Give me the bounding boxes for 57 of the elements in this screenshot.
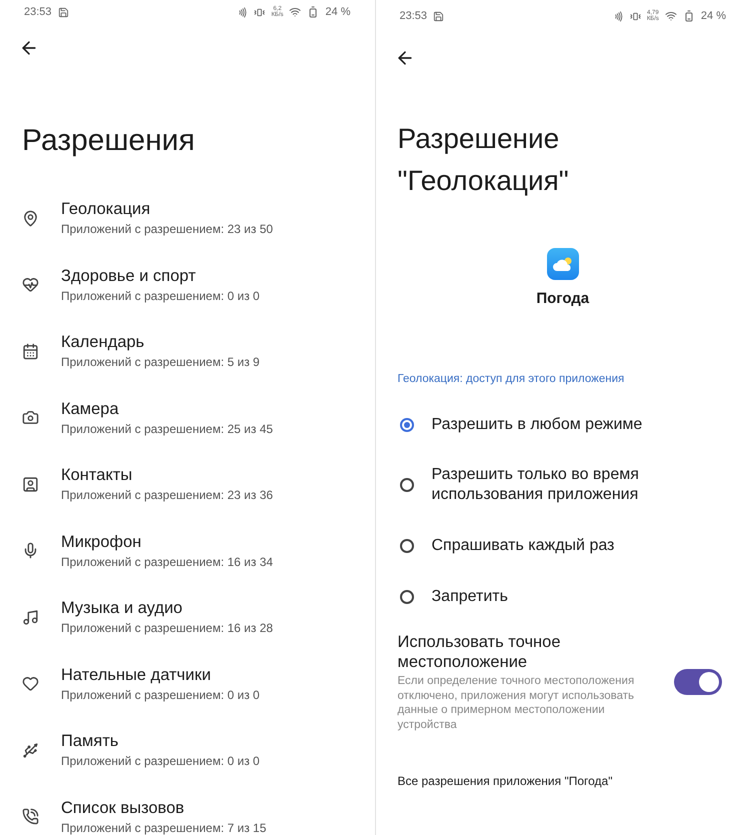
- permission-name[interactable]: Здоровье и спорт: [61, 266, 260, 286]
- permission-summary: Приложений с разрешением: 16 из 34: [61, 554, 273, 569]
- phone-icon: [22, 808, 39, 826]
- usb-icon: [22, 742, 39, 759]
- battery-icon: [682, 10, 695, 22]
- battery-percent: 24 %: [700, 10, 726, 22]
- permission-summary: Приложений с разрешением: 7 из 15: [61, 820, 266, 835]
- battery-icon: [307, 6, 320, 18]
- option-label[interactable]: Разрешить только во время использования приложения: [432, 465, 728, 505]
- permission-name[interactable]: Геолокация: [61, 200, 273, 220]
- permission-summary: Приложений с разрешением: 23 из 50: [61, 222, 273, 236]
- section-header: Геолокация: доступ для этого приложения: [398, 373, 626, 385]
- permission-name[interactable]: Музыка и аудио: [61, 599, 273, 618]
- map-pin-icon: [22, 210, 39, 227]
- radio-button[interactable]: [400, 538, 414, 552]
- heart-pulse-icon: [22, 276, 39, 294]
- nfc-icon: [612, 10, 624, 22]
- permission-summary: Приложений с разрешением: 0 из 0: [61, 288, 260, 303]
- nfc-icon: [237, 6, 248, 18]
- page-title: Разрешения: [22, 123, 196, 159]
- radio-button[interactable]: [400, 590, 414, 604]
- permission-name[interactable]: Микрофон: [61, 532, 273, 552]
- calendar-icon: [22, 342, 39, 360]
- setting-description: Если определение точного местоположения отключено, приложения могут использовать данные о примерном местоположении устройства: [398, 674, 636, 732]
- all-permissions-link[interactable]: Все разрешения приложения "Погода": [398, 774, 750, 788]
- status-time: 23:53: [24, 6, 52, 18]
- permission-name[interactable]: Календарь: [61, 333, 260, 352]
- radio-button[interactable]: [400, 478, 414, 492]
- battery-percent: 24 %: [325, 6, 350, 18]
- weather-app-icon: [546, 248, 579, 280]
- setting-title: Использовать точное местоположение: [398, 632, 562, 672]
- vibrate-icon: [254, 6, 266, 18]
- permission-name[interactable]: Список вызовов: [61, 798, 266, 818]
- app-name: Погода: [536, 290, 590, 307]
- permission-summary: Приложений с разрешением: 0 из 0: [61, 754, 260, 768]
- camera-icon: [22, 409, 39, 426]
- contact-card-icon: [22, 476, 39, 493]
- permission-name[interactable]: Контакты: [61, 466, 273, 486]
- permission-summary: Приложений с разрешением: 5 из 9: [61, 355, 260, 370]
- option-label[interactable]: Разрешить в любом режиме: [432, 414, 642, 434]
- permission-summary: Приложений с разрешением: 25 из 45: [61, 422, 273, 436]
- radio-button[interactable]: [400, 418, 414, 432]
- heart-icon: [22, 675, 39, 692]
- music-note-icon: [22, 608, 39, 626]
- option-label[interactable]: Запретить: [432, 586, 508, 606]
- permission-name[interactable]: Нательные датчики: [61, 666, 260, 685]
- vibrate-icon: [630, 10, 641, 22]
- option-label[interactable]: Спрашивать каждый раз: [432, 536, 614, 556]
- microphone-icon: [22, 542, 39, 560]
- permission-summary: Приложений с разрешением: 16 из 28: [61, 621, 273, 636]
- status-time: 23:53: [400, 10, 428, 22]
- permission-summary: Приложений с разрешением: 0 из 0: [61, 688, 260, 702]
- page-title: Разрешение "Геолокация": [398, 122, 570, 198]
- toggle-switch[interactable]: [674, 669, 722, 695]
- permission-name[interactable]: Камера: [61, 400, 273, 419]
- permission-summary: Приложений с разрешением: 23 из 36: [61, 488, 273, 502]
- permission-name[interactable]: Память: [61, 732, 260, 752]
